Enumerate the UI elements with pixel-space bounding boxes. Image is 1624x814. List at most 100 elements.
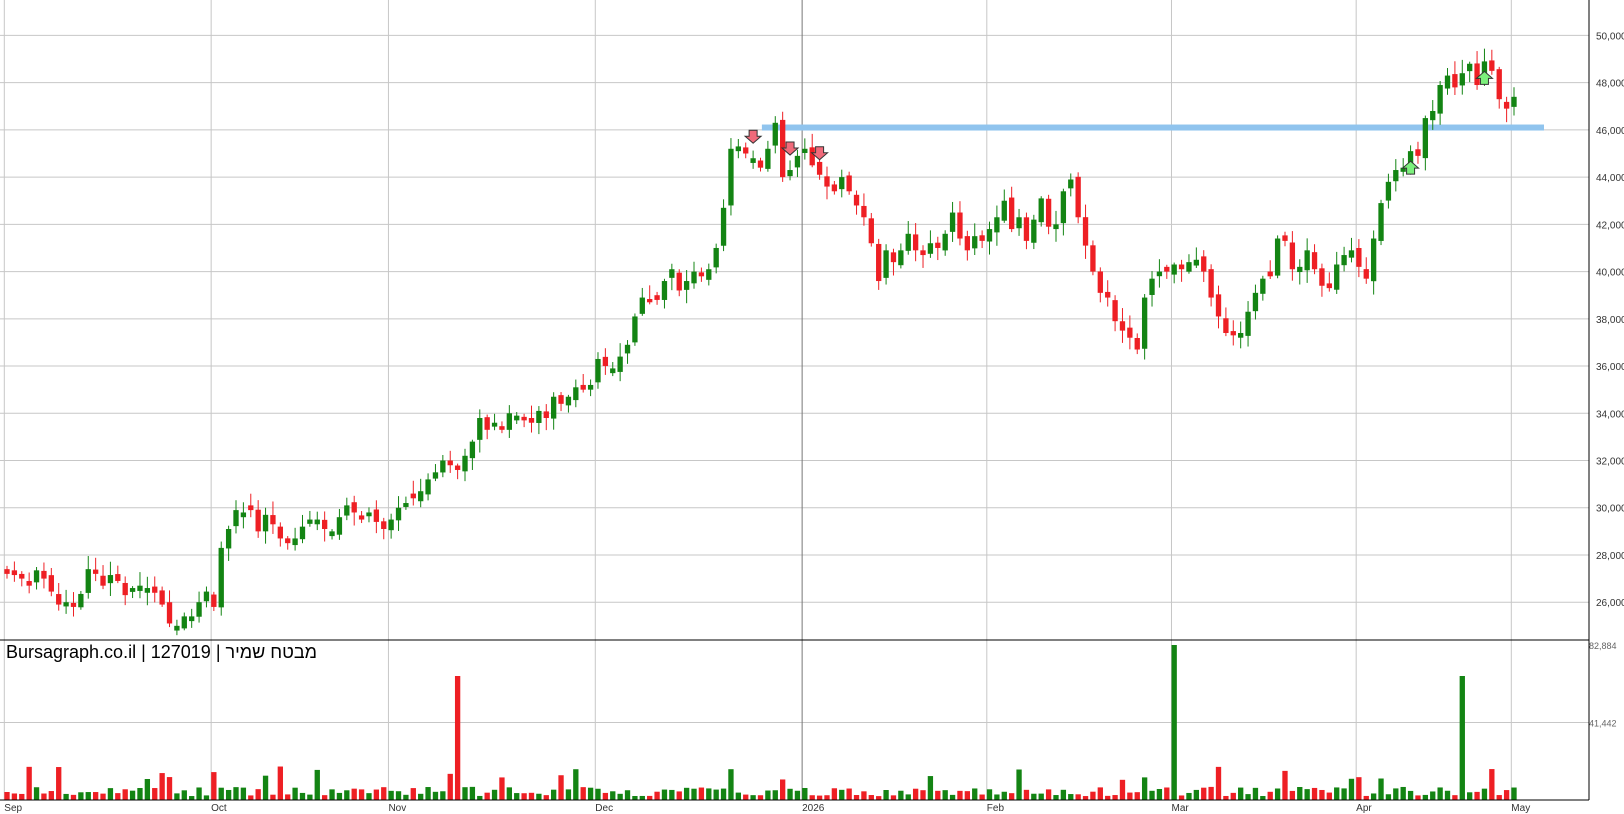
candle-body bbox=[558, 395, 564, 404]
candle-body bbox=[1274, 238, 1281, 276]
volume-bar bbox=[1149, 790, 1155, 800]
price-tick-label: 42,000 bbox=[1596, 220, 1624, 231]
candle-body bbox=[100, 575, 106, 586]
x-tick-label: Feb bbox=[987, 803, 1005, 814]
volume-bar bbox=[174, 793, 180, 800]
volume-bar bbox=[1009, 793, 1015, 800]
volume-bar bbox=[469, 786, 476, 800]
candle-body bbox=[639, 297, 645, 314]
candle-body bbox=[277, 526, 283, 539]
candle-body bbox=[196, 602, 202, 617]
volume-tick-label: 82,884 bbox=[1589, 641, 1617, 651]
volume-bar bbox=[1001, 791, 1007, 800]
volume-bar bbox=[1289, 790, 1296, 800]
candle-body bbox=[152, 586, 158, 593]
volume-bar bbox=[262, 775, 269, 800]
volume-bar bbox=[787, 788, 793, 800]
candle-body bbox=[1363, 269, 1369, 279]
volume-bar bbox=[1245, 794, 1251, 800]
volume-bar bbox=[1326, 792, 1332, 800]
candle-body bbox=[115, 574, 121, 581]
candle-body bbox=[299, 526, 306, 540]
candle-body bbox=[676, 272, 682, 291]
candle-body bbox=[794, 155, 801, 168]
candle-body bbox=[381, 521, 387, 530]
candle-body bbox=[292, 538, 298, 546]
volume-bar bbox=[248, 795, 254, 800]
candle-body bbox=[491, 422, 498, 427]
volume-bar bbox=[299, 792, 306, 800]
candle-body bbox=[713, 247, 719, 268]
candle-body bbox=[366, 512, 372, 517]
candle-body bbox=[986, 229, 993, 242]
candle-body bbox=[418, 491, 424, 502]
candle-body bbox=[4, 569, 10, 574]
candle-body bbox=[1201, 256, 1207, 272]
volume-bar bbox=[1186, 792, 1192, 800]
volume-bar bbox=[743, 794, 749, 800]
candle-body bbox=[602, 356, 609, 367]
candle-body bbox=[1503, 101, 1510, 109]
candle-body bbox=[454, 465, 461, 470]
candle-body bbox=[757, 160, 764, 168]
candle-body bbox=[70, 602, 77, 607]
candle-body bbox=[314, 519, 320, 525]
candle-body bbox=[1326, 283, 1332, 289]
volume-bar bbox=[440, 791, 446, 800]
candle-body bbox=[1245, 311, 1251, 336]
x-tick-label: Oct bbox=[211, 803, 227, 814]
volume-bar bbox=[735, 792, 741, 800]
volume-bar bbox=[1252, 787, 1259, 800]
candle-body bbox=[853, 194, 860, 206]
volume-bar bbox=[4, 792, 10, 800]
volume-bar bbox=[624, 790, 631, 800]
volume-bar bbox=[676, 791, 682, 800]
candle-body bbox=[528, 418, 535, 423]
axes: 26,000 28,000 30,000 32,000 34,000 36,000 38,0… bbox=[0, 0, 1624, 814]
candle-body bbox=[1311, 252, 1318, 270]
volume-bar bbox=[270, 794, 276, 800]
volume-bar bbox=[816, 795, 823, 800]
volume-bar bbox=[1141, 777, 1148, 800]
volume-bar bbox=[1053, 795, 1059, 800]
candle-body bbox=[1031, 219, 1037, 243]
volume-bar bbox=[218, 787, 224, 800]
candle-body bbox=[336, 517, 343, 535]
candle-body bbox=[1009, 197, 1015, 230]
volume-bar bbox=[824, 795, 830, 800]
candle-body bbox=[868, 218, 874, 244]
volume-bar bbox=[757, 795, 764, 800]
volume-bar bbox=[1503, 790, 1510, 800]
volume-bar bbox=[1016, 769, 1022, 800]
volume-bar bbox=[358, 789, 365, 800]
candle-body bbox=[307, 519, 313, 524]
candle-body bbox=[890, 252, 897, 263]
volume-bar bbox=[1075, 794, 1081, 800]
volume-bar bbox=[26, 766, 32, 800]
volume-bar bbox=[1489, 769, 1495, 800]
volume-bar bbox=[41, 793, 47, 800]
volume-bar bbox=[107, 788, 114, 800]
volume-bar bbox=[912, 788, 919, 800]
candle-body bbox=[270, 515, 276, 525]
candle-body bbox=[321, 519, 328, 530]
candle-body bbox=[1304, 250, 1310, 271]
candle-body bbox=[1282, 235, 1288, 241]
chart-title: Bursagraph.co.il | 127019 | מבטח שמיר bbox=[6, 642, 318, 662]
volume-bar bbox=[1038, 793, 1044, 800]
volume-bar bbox=[905, 794, 911, 800]
candle-body bbox=[1082, 217, 1089, 246]
x-tick-label: Dec bbox=[595, 803, 613, 814]
candle-body bbox=[262, 514, 269, 532]
volume-bar bbox=[1452, 795, 1458, 800]
volume-bar bbox=[454, 676, 461, 800]
candle-body bbox=[1430, 110, 1436, 121]
volume-bar bbox=[617, 793, 623, 800]
volume-bar bbox=[927, 776, 934, 800]
candle-body bbox=[964, 236, 971, 251]
volume-bar bbox=[521, 793, 527, 800]
candle-body bbox=[181, 616, 187, 629]
candle-body bbox=[521, 416, 527, 421]
candle-body bbox=[85, 569, 91, 593]
candle-body bbox=[912, 234, 919, 251]
